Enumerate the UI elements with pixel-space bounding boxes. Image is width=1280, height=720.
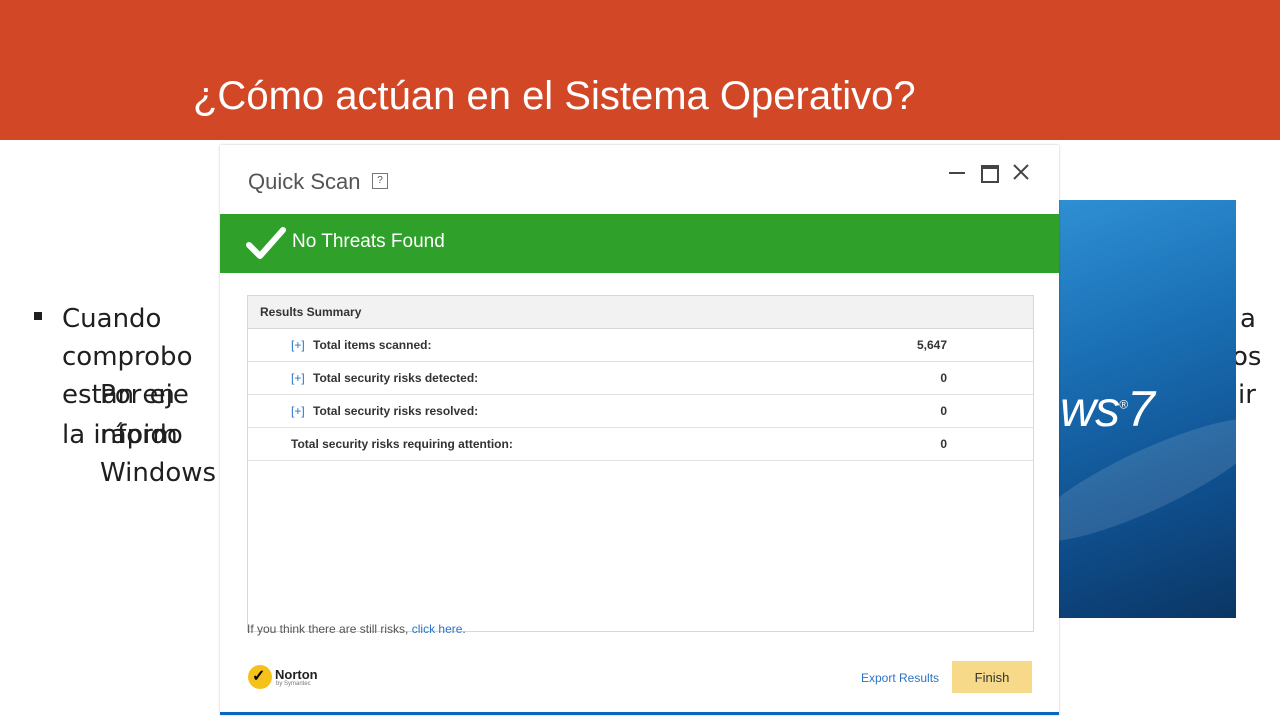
window-bottom-accent [220, 712, 1059, 715]
status-text: No Threats Found [292, 231, 445, 252]
slide-subtext-line-2: rápido [100, 420, 183, 450]
window-title: Quick Scan [248, 169, 361, 194]
maximize-icon[interactable] [978, 161, 1000, 183]
results-row: [+] Total items scanned: 5,647 [248, 329, 1033, 362]
win7-logo-text: ws®7 [1060, 381, 1155, 437]
bullet-marker [34, 312, 42, 320]
checkmark-icon [246, 227, 286, 259]
row-label: Total security risks requiring attention… [291, 437, 513, 451]
risk-hint-text: If you think there are still risks, clic… [247, 622, 466, 636]
expand-toggle[interactable]: [+] [291, 362, 305, 394]
norton-quick-scan-window: Quick Scan ? No Threats Found Results Su… [220, 145, 1059, 715]
results-summary-panel: Results Summary [+] Total items scanned:… [247, 295, 1034, 632]
slide-right-fragment-3: ir [1238, 380, 1256, 410]
click-here-link[interactable]: click here [412, 622, 463, 636]
slide-text-line-2: comprobo [62, 342, 193, 372]
slide-text-line-1: Cuando [62, 304, 162, 334]
results-row: Total security risks requiring attention… [248, 428, 1033, 461]
close-icon[interactable] [1010, 161, 1032, 183]
windows7-image: ws®7 [1058, 200, 1236, 618]
row-label: Total security risks resolved: [313, 404, 479, 418]
slide-subtext-line-1: Por eje [100, 380, 189, 410]
results-row: [+] Total security risks resolved: 0 [248, 395, 1033, 428]
norton-logo: ✓ Norton by Symantec [248, 665, 328, 695]
export-results-link[interactable]: Export Results [861, 671, 939, 685]
row-value: 0 [940, 404, 947, 418]
slide-right-fragment-1: a [1240, 304, 1256, 334]
row-value: 0 [940, 437, 947, 451]
row-label: Total security risks detected: [313, 371, 479, 385]
expand-toggle[interactable]: [+] [291, 395, 305, 427]
row-label: Total items scanned: [313, 338, 432, 352]
status-banner: No Threats Found [220, 214, 1059, 273]
slide-subtext-line-3: Windows [100, 458, 217, 488]
slide-title: ¿Cómo actúan en el Sistema Operativo? [193, 74, 916, 118]
results-summary-header: Results Summary [248, 296, 1033, 329]
results-row: [+] Total security risks detected: 0 [248, 362, 1033, 395]
row-value: 0 [940, 371, 947, 385]
slide-right-fragment-2: os [1232, 342, 1262, 372]
expand-toggle[interactable]: [+] [291, 329, 305, 361]
norton-check-icon: ✓ [248, 665, 272, 689]
slide-header: ¿Cómo actúan en el Sistema Operativo? [0, 0, 1280, 140]
finish-button[interactable]: Finish [952, 661, 1032, 693]
row-value: 5,647 [916, 338, 947, 352]
minimize-icon[interactable] [946, 161, 968, 183]
norton-logo-sub: by Symantec [276, 681, 311, 687]
help-icon[interactable]: ? [372, 173, 388, 189]
norton-logo-name: Norton [275, 667, 318, 682]
